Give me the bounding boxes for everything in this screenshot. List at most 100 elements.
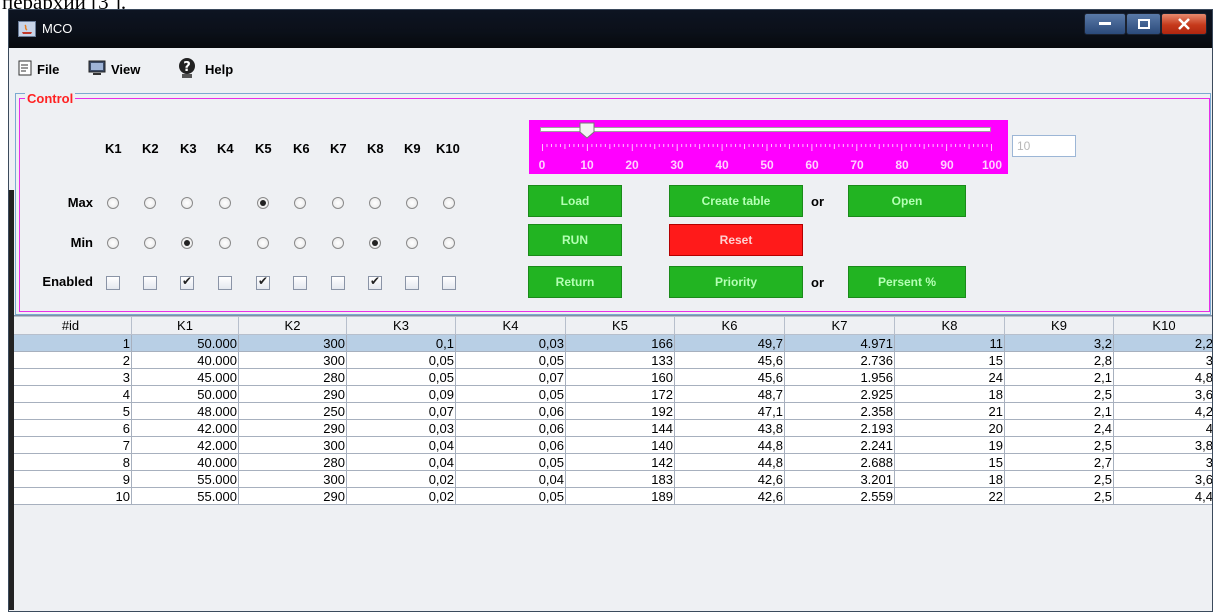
column-header-K1[interactable]: K1 [131,316,239,335]
table-cell[interactable]: 0,05 [346,351,456,369]
min-radio-k4[interactable] [219,237,231,249]
table-cell[interactable]: 3 [9,368,132,386]
table-cell[interactable]: 300 [238,334,347,352]
table-cell[interactable]: 290 [238,385,347,403]
table-cell[interactable]: 50.000 [131,385,239,403]
column-header-K7[interactable]: K7 [784,316,895,335]
slider-value-field[interactable]: 10 [1012,135,1076,157]
table-row[interactable]: 7 42.000 300 0,04 0,06 140 44,8 2.241 19 2,5 3,8 [9,436,1212,454]
enabled-checkbox-k2[interactable] [143,276,157,290]
max-radio-k8[interactable] [369,197,381,209]
min-radio-k1[interactable] [107,237,119,249]
table-cell[interactable]: 0,09 [346,385,456,403]
table-cell[interactable]: 280 [238,368,347,386]
table-cell[interactable]: 160 [565,368,675,386]
table-cell[interactable]: 183 [565,470,675,488]
table-row[interactable]: 6 42.000 290 0,03 0,06 144 43,8 2.193 20 2,4 4 [9,419,1212,437]
create-table-button[interactable]: Create table [669,185,803,217]
table-cell[interactable]: 290 [238,419,347,437]
table-cell[interactable]: 300 [238,351,347,369]
table-cell[interactable]: 20 [894,419,1005,437]
table-row[interactable]: 8 40.000 280 0,04 0,05 142 44,8 2.688 15 2,7 3 [9,453,1212,471]
table-cell[interactable]: 0,03 [455,334,566,352]
persent-button[interactable]: Persent % [848,266,966,298]
table-row[interactable]: 5 48.000 250 0,07 0,06 192 47,1 2.358 21 2,1 4,2 [9,402,1212,420]
table-cell[interactable]: 0,05 [455,385,566,403]
table-cell[interactable]: 1 [9,334,132,352]
table-cell[interactable]: 19 [894,436,1005,454]
load-button[interactable]: Load [528,185,622,217]
table-cell[interactable]: 44,8 [674,436,785,454]
table-cell[interactable]: 6 [9,419,132,437]
minimize-button[interactable] [1084,13,1126,35]
table-cell[interactable]: 0,02 [346,487,456,505]
table-cell[interactable]: 18 [894,385,1005,403]
table-cell[interactable]: 4 [1113,419,1212,437]
table-cell[interactable]: 4,2 [1113,402,1212,420]
table-cell[interactable]: 0,07 [455,368,566,386]
table-cell[interactable]: 40.000 [131,453,239,471]
table-cell[interactable]: 15 [894,453,1005,471]
table-cell[interactable]: 2,5 [1004,385,1114,403]
column-header-K6[interactable]: K6 [674,316,785,335]
table-cell[interactable]: 0,1 [346,334,456,352]
table-cell[interactable]: 45.000 [131,368,239,386]
table-cell[interactable]: 2,1 [1004,402,1114,420]
table-cell[interactable]: 2,1 [1004,368,1114,386]
table-cell[interactable]: 189 [565,487,675,505]
menu-file[interactable]: File [18,57,59,81]
table-cell[interactable]: 2.925 [784,385,895,403]
table-cell[interactable]: 9 [9,470,132,488]
column-header-K8[interactable]: K8 [894,316,1005,335]
table-cell[interactable]: 192 [565,402,675,420]
table-cell[interactable]: 2,5 [1004,487,1114,505]
table-cell[interactable]: 3,6 [1113,385,1212,403]
table-cell[interactable]: 10 [9,487,132,505]
table-cell[interactable]: 24 [894,368,1005,386]
table-cell[interactable]: 0,05 [455,351,566,369]
table-row[interactable]: 10 55.000 290 0,02 0,05 189 42,6 2.559 22 2,5 4,4 [9,487,1212,505]
table-cell[interactable]: 42,6 [674,470,785,488]
max-radio-k9[interactable] [406,197,418,209]
table-cell[interactable]: 7 [9,436,132,454]
table-cell[interactable]: 144 [565,419,675,437]
table-cell[interactable]: 3,8 [1113,436,1212,454]
enabled-checkbox-k7[interactable] [331,276,345,290]
menu-view[interactable]: View [88,57,140,81]
table-cell[interactable]: 2.688 [784,453,895,471]
max-radio-k6[interactable] [294,197,306,209]
enabled-checkbox-k9[interactable] [405,276,419,290]
slider-track[interactable] [540,127,991,132]
table-cell[interactable]: 3,6 [1113,470,1212,488]
table-cell[interactable]: 42.000 [131,419,239,437]
slider-thumb[interactable] [579,122,595,139]
table-cell[interactable]: 50.000 [131,334,239,352]
table-cell[interactable]: 0,07 [346,402,456,420]
table-row[interactable]: 9 55.000 300 0,02 0,04 183 42,6 3.201 18 2,5 3,6 [9,470,1212,488]
table-cell[interactable]: 55.000 [131,470,239,488]
column-header-K2[interactable]: K2 [238,316,347,335]
table-cell[interactable]: 2 [9,351,132,369]
table-cell[interactable]: 0,05 [455,487,566,505]
table-cell[interactable]: 0,06 [455,419,566,437]
enabled-checkbox-k5[interactable] [256,274,270,290]
enabled-checkbox-k1[interactable] [106,276,120,290]
close-button[interactable] [1161,13,1207,35]
maximize-button[interactable] [1126,13,1161,35]
enabled-checkbox-k10[interactable] [442,276,456,290]
table-cell[interactable]: 4,8 [1113,368,1212,386]
table-row[interactable]: 3 45.000 280 0,05 0,07 160 45,6 1.956 24 2,1 4,8 [9,368,1212,386]
table-cell[interactable]: 2,2 [1113,334,1212,352]
priority-button[interactable]: Priority [669,266,803,298]
max-radio-k1[interactable] [107,197,119,209]
table-cell[interactable]: 3,2 [1004,334,1114,352]
table-cell[interactable]: 42.000 [131,436,239,454]
return-button[interactable]: Return [528,266,622,298]
table-cell[interactable]: 15 [894,351,1005,369]
table-row[interactable]: 2 40.000 300 0,05 0,05 133 45,6 2.736 15 2,8 3 [9,351,1212,369]
enabled-checkbox-k4[interactable] [218,276,232,290]
table-cell[interactable]: 3 [1113,351,1212,369]
table-cell[interactable]: 2,5 [1004,436,1114,454]
title-bar[interactable]: MCO [9,10,1212,48]
enabled-checkbox-k8[interactable] [368,274,382,290]
